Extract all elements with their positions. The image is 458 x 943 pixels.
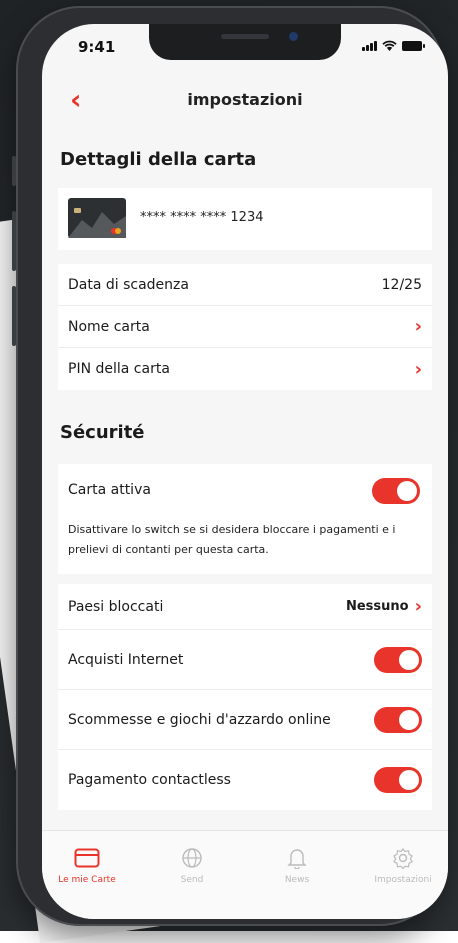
expiry-value: 12/25 [381,276,422,293]
tab-label: Impostazioni [374,875,432,885]
internet-purchases-label: Acquisti Internet [68,651,184,668]
tab-bar: Le mie Carte Send News Impostazioni [42,830,448,919]
card-name-row[interactable]: Nome carta › [58,306,432,348]
volume-up-button [12,211,16,271]
contactless-row: Pagamento contactless [58,750,432,810]
card-image-icon [68,198,126,238]
tab-settings[interactable]: Impostazioni [358,845,448,885]
status-time: 9:41 [78,38,116,56]
expiry-row: Data di scadenza 12/25 [58,264,432,306]
status-bar: 9:41 [42,24,448,74]
card-pin-row[interactable]: PIN della carta › [58,348,432,390]
bell-icon [287,849,307,869]
volume-down-button [12,286,16,346]
navigation-bar: ‹ impostazioni [42,82,448,122]
card-active-label: Carta attiva [68,482,151,498]
card-active-toggle[interactable] [372,478,420,504]
internet-purchases-toggle[interactable] [374,646,422,673]
blocked-countries-label: Paesi bloccati [68,598,164,615]
blocked-countries-row[interactable]: Paesi bloccati Nessuno › [58,584,432,630]
card-pin-label: PIN della carta [68,361,170,377]
contactless-toggle[interactable] [374,767,422,793]
card-active-hint: Disattivare lo switch se si desidera blo… [68,523,396,556]
chevron-right-icon: › [414,358,422,380]
gear-icon [393,848,413,869]
internet-purchases-row: Acquisti Internet [58,630,432,690]
battery-icon [402,40,425,51]
online-gambling-label: Scommesse e giochi d'azzardo online [68,711,331,728]
tab-label: Le mie Carte [58,875,116,885]
online-gambling-toggle[interactable] [374,706,422,733]
tab-send[interactable]: Send [147,845,237,885]
tab-my-cards[interactable]: Le mie Carte [42,845,132,885]
tab-label: Send [180,875,204,885]
signal-icon [362,40,377,51]
card-preview[interactable]: **** **** **** 1234 [58,188,432,250]
card-icon [74,848,100,868]
contactless-label: Pagamento contactless [68,772,231,788]
wifi-icon [382,40,397,51]
status-icons [362,40,425,51]
globe-icon [182,848,202,868]
blocked-countries-value: Nessuno [345,599,409,614]
card-name-label: Nome carta [68,318,150,335]
card-active-block: Carta attiva Disattivare lo switch se si… [58,464,432,574]
card-details-heading: Dettagli della carta [60,149,257,170]
security-heading: Sécurité [60,422,145,443]
page-title: impostazioni [187,90,303,109]
phone-screen: 9:41 ‹ impostazioni Dettagli della carta [42,24,448,919]
mute-switch [12,156,16,186]
tab-news[interactable]: News [252,845,342,885]
chevron-right-icon: › [414,596,422,617]
masked-card-number: **** **** **** 1234 [140,210,264,225]
tab-label: News [284,875,310,885]
online-gambling-row: Scommesse e giochi d'azzardo online [58,690,432,750]
chevron-right-icon: › [414,316,422,337]
expiry-label: Data di scadenza [68,276,189,293]
phone-frame: 9:41 ‹ impostazioni Dettagli della carta [12,6,448,926]
